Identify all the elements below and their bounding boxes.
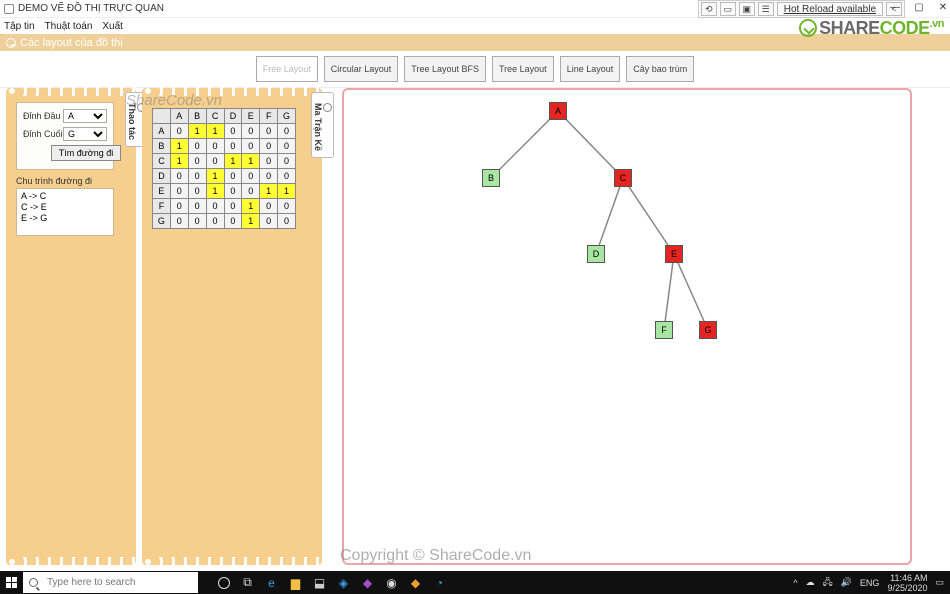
layout-spanning-button[interactable]: Cây bao trùm xyxy=(626,56,694,82)
vs-icon[interactable]: ◆ xyxy=(360,575,375,590)
adjacency-matrix: ABCDEFGA0110000B1000000C1001100D0010000E… xyxy=(152,108,296,229)
path-result: Chu trình đường đi A -> CC -> EE -> G xyxy=(16,176,114,236)
sharecode-logo: SHARECODE.vn xyxy=(799,18,944,39)
menu-export[interactable]: Xuất xyxy=(102,21,123,32)
close-button[interactable]: ✕ xyxy=(936,0,950,14)
end-vertex-label: Đỉnh Cuối xyxy=(23,129,63,139)
taskview-icon[interactable]: ⧉ xyxy=(240,575,255,590)
window-controls: — ▢ ✕ xyxy=(878,0,950,14)
app-icon-2[interactable]: ◔ xyxy=(432,575,447,590)
section-title: Các layout của đồ thị xyxy=(20,37,123,49)
minimize-button[interactable]: — xyxy=(888,0,902,14)
cortana-icon[interactable] xyxy=(216,575,231,590)
watermark-large: Copyright © ShareCode.vn xyxy=(340,547,531,565)
path-form: Đỉnh Đầu A Đỉnh Cuối G Tìm đường đi xyxy=(16,102,114,170)
layout-free-button[interactable]: Free Layout xyxy=(256,56,318,82)
taskbar-apps: ⧉ e ▆ ⬓ ◈ ◆ ◉ ◆ ◔ xyxy=(216,575,447,590)
watermark-small: ShareCode.vn xyxy=(126,92,222,109)
system-tray: ^ ☁ 🖧 🔊 ENG 11:46 AM9/25/2020 ▭ xyxy=(793,573,950,593)
graph-node-c[interactable]: C xyxy=(614,169,632,187)
start-vertex-label: Đỉnh Đầu xyxy=(23,111,63,121)
start-vertex-select[interactable]: A xyxy=(63,109,107,123)
layout-line-button[interactable]: Line Layout xyxy=(560,56,621,82)
vs-debug-toolbar: ⟲ ▭ ▣ ☰ Hot Reload available < xyxy=(698,0,905,18)
chrome-icon[interactable]: ◉ xyxy=(384,575,399,590)
matrix-panel: Ma Trận Kề ABCDEFGA0110000B1000000C10011… xyxy=(142,88,322,565)
app-icon xyxy=(4,4,14,14)
windows-icon xyxy=(6,577,17,588)
path-result-list: A -> CC -> EE -> G xyxy=(16,188,114,236)
graph-node-d[interactable]: D xyxy=(587,245,605,263)
collapse-icon[interactable] xyxy=(6,38,16,48)
explorer-icon[interactable]: ▆ xyxy=(288,575,303,590)
vs-tool-1[interactable]: ⟲ xyxy=(701,2,717,16)
taskbar: Type here to search ⧉ e ▆ ⬓ ◈ ◆ ◉ ◆ ◔ ^ … xyxy=(0,571,950,594)
store-icon[interactable]: ⬓ xyxy=(312,575,327,590)
layout-tree-button[interactable]: Tree Layout xyxy=(492,56,554,82)
path-step: E -> G xyxy=(21,213,109,224)
layout-circular-button[interactable]: Circular Layout xyxy=(324,56,399,82)
search-icon xyxy=(29,578,38,587)
vs-tool-2[interactable]: ▭ xyxy=(720,2,736,16)
graph-node-b[interactable]: B xyxy=(482,169,500,187)
window-title: DEMO VẼ ĐỒ THỊ TRỰC QUAN xyxy=(18,3,164,14)
tray-notifications-icon[interactable]: ▭ xyxy=(935,577,944,588)
vs-tool-3[interactable]: ▣ xyxy=(739,2,755,16)
vs-tool-4[interactable]: ☰ xyxy=(758,2,774,16)
taskbar-search[interactable]: Type here to search xyxy=(23,572,198,593)
graph-node-g[interactable]: G xyxy=(699,321,717,339)
end-vertex-select[interactable]: G xyxy=(63,127,107,141)
layout-toolbar: Free Layout Circular Layout Tree Layout … xyxy=(0,51,950,88)
graph-node-a[interactable]: A xyxy=(549,102,567,120)
tray-language[interactable]: ENG xyxy=(860,578,880,588)
tray-network-icon[interactable]: 🖧 xyxy=(823,575,833,591)
path-step: A -> C xyxy=(21,191,109,202)
edge-icon[interactable]: e xyxy=(264,575,279,590)
hot-reload-badge[interactable]: Hot Reload available xyxy=(777,2,883,16)
matrix-tab[interactable]: Ma Trận Kề xyxy=(311,92,334,158)
tray-volume-icon[interactable]: 🔊 xyxy=(841,577,852,588)
graph-node-e[interactable]: E xyxy=(665,245,683,263)
path-step: C -> E xyxy=(21,202,109,213)
start-button[interactable] xyxy=(0,577,22,588)
app-icon-1[interactable]: ◆ xyxy=(408,575,423,590)
graph-edges xyxy=(344,90,910,563)
graph-canvas[interactable]: A B C D E F G xyxy=(342,88,912,565)
operations-panel: Thao tác Đỉnh Đầu A Đỉnh Cuối G Tìm đườn… xyxy=(6,88,136,565)
tray-chevron-icon[interactable]: ^ xyxy=(793,578,797,588)
graph-node-f[interactable]: F xyxy=(655,321,673,339)
find-path-button[interactable]: Tìm đường đi xyxy=(51,145,121,161)
tray-clock[interactable]: 11:46 AM9/25/2020 xyxy=(887,573,927,593)
vscode-icon[interactable]: ◈ xyxy=(336,575,351,590)
menu-file[interactable]: Tập tin xyxy=(4,21,35,32)
tray-cloud-icon[interactable]: ☁ xyxy=(806,577,815,588)
maximize-button[interactable]: ▢ xyxy=(912,0,926,14)
menu-algorithm[interactable]: Thuật toán xyxy=(45,21,93,32)
path-result-label: Chu trình đường đi xyxy=(16,176,114,186)
layout-tree-bfs-button[interactable]: Tree Layout BFS xyxy=(404,56,486,82)
logo-icon xyxy=(799,19,817,37)
